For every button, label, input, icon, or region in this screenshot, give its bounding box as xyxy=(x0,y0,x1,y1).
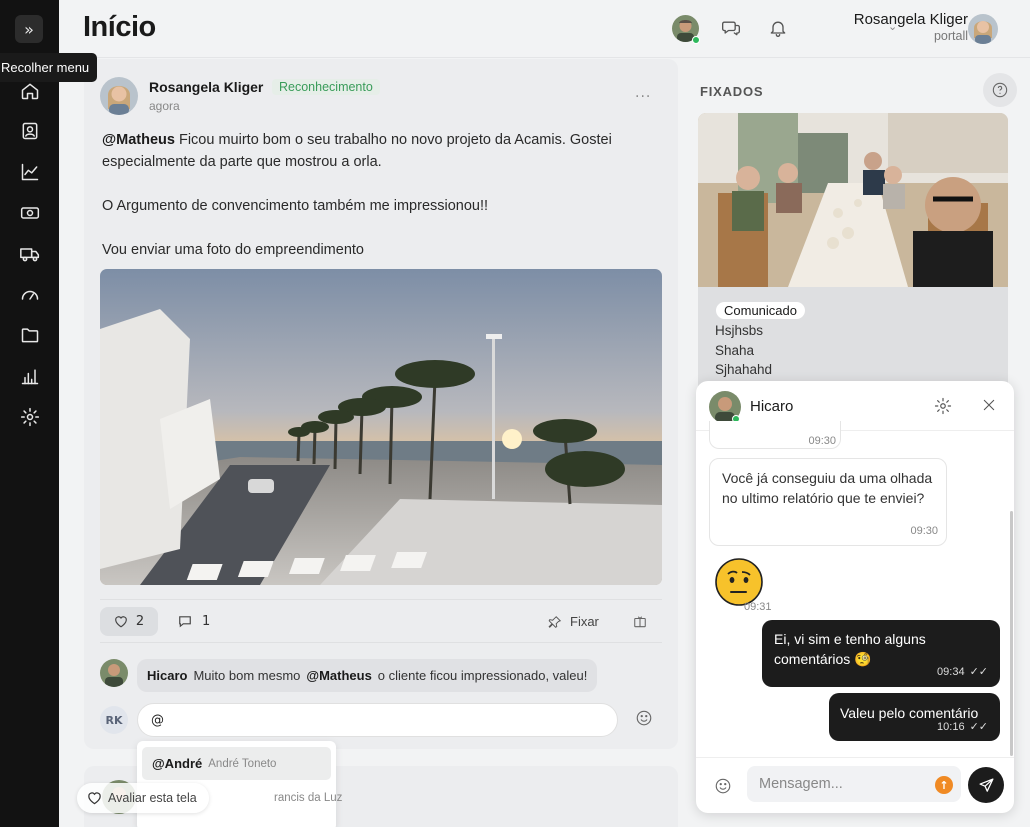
send-button[interactable] xyxy=(968,767,1004,803)
bell-icon[interactable] xyxy=(768,18,788,38)
pinned-line: Sjhahahd xyxy=(715,362,773,377)
post-actions: 2 1 Fixar xyxy=(100,599,662,643)
post-text-line1: Ficou muirto bom o seu trabalho no novo … xyxy=(102,132,612,170)
like-count: 2 xyxy=(135,614,145,629)
comment-author[interactable]: Hicaro xyxy=(147,668,187,683)
pinned-badge: Comunicado xyxy=(716,302,805,319)
current-user-initials: RK xyxy=(100,706,128,734)
chat-message-time: 09:34 xyxy=(937,666,965,678)
online-indicator xyxy=(692,36,700,44)
post-text-line3: Vou enviar uma foto do empreendimento xyxy=(102,242,364,258)
chat-message: Valeu pelo comentário 10:16 ✓✓ xyxy=(829,693,1000,741)
emoji-icon[interactable] xyxy=(714,777,732,795)
upload-icon[interactable]: ↑ xyxy=(935,776,953,794)
gauge-icon[interactable] xyxy=(19,283,41,305)
chat-message: 09:30 xyxy=(709,421,841,449)
chart-line-icon[interactable] xyxy=(19,161,41,183)
comment-author-avatar[interactable] xyxy=(100,659,128,687)
chat-message-time: 09:31 xyxy=(744,601,772,613)
post-mention[interactable]: @Matheus xyxy=(102,132,175,148)
post-card: Rosangela Kliger Reconhecimento agora ..… xyxy=(84,59,678,749)
comment-mention[interactable]: @Matheus xyxy=(306,668,371,683)
chat-message-time: 09:30 xyxy=(808,435,836,447)
chat-contact-name: Hicaro xyxy=(750,398,794,415)
gear-icon[interactable] xyxy=(934,397,952,415)
contacts-icon[interactable] xyxy=(19,120,41,142)
sidebar: » xyxy=(0,0,59,827)
comment-button[interactable]: 1 xyxy=(178,607,210,636)
money-icon[interactable] xyxy=(19,202,41,224)
post-body: @Matheus Ficou muirto bom o seu trabalho… xyxy=(102,129,642,283)
comment-input[interactable]: @ xyxy=(137,703,618,737)
chat-message: Você já conseguiu da uma olhada no ultim… xyxy=(709,458,947,546)
chat-scrollbar[interactable] xyxy=(1010,511,1013,756)
comment-icon xyxy=(179,616,191,628)
heart-icon xyxy=(115,616,127,628)
chat-icon[interactable] xyxy=(721,18,741,38)
emoji-icon[interactable] xyxy=(635,709,655,729)
rate-screen-label: Avaliar esta tela xyxy=(108,791,197,805)
bar-chart-icon[interactable] xyxy=(19,365,41,387)
heart-icon xyxy=(88,792,101,805)
pinned-title: FIXADOS xyxy=(700,84,764,99)
chat-message-meta: 09:34 ✓✓ xyxy=(937,662,988,682)
help-icon[interactable] xyxy=(983,73,1017,107)
more-options-icon[interactable]: ... xyxy=(635,85,651,101)
folder-icon[interactable] xyxy=(19,324,41,346)
double-check-icon: ✓✓ xyxy=(969,666,988,678)
pin-label: Fixar xyxy=(570,614,599,629)
chat-message-time: 10:16 xyxy=(937,721,965,733)
chat-message-time: 09:30 xyxy=(910,524,938,537)
gear-icon[interactable] xyxy=(19,406,41,428)
mention-option-handle: @André xyxy=(152,756,203,771)
send-icon xyxy=(978,777,994,792)
pin-icon xyxy=(548,615,562,628)
pinned-image[interactable] xyxy=(698,113,1008,287)
mention-option-name: rancis da Luz xyxy=(274,791,343,804)
chat-message-text: Você já conseguiu da uma olhada no ultim… xyxy=(722,470,933,506)
chat-message-meta: 10:16 ✓✓ xyxy=(937,717,988,737)
chat-window: Hicaro 09:30 Você já conseguiu da uma ol… xyxy=(696,381,1014,813)
comment-text-after: o cliente ficou impressionado, valeu! xyxy=(377,668,588,683)
mention-option[interactable]: @André André Toneto xyxy=(142,747,331,780)
post-author-name[interactable]: Rosangela Kliger xyxy=(149,79,263,95)
chat-message: Ei, vi sim e tenho alguns comentários 🧐 … xyxy=(762,620,1000,687)
mention-option-name: André Toneto xyxy=(208,757,277,770)
user-info[interactable]: Rosangela Kliger portall xyxy=(854,11,968,43)
post-image[interactable] xyxy=(100,269,662,585)
post-author-avatar[interactable] xyxy=(100,77,138,115)
pinned-line: Hsjhsbs xyxy=(715,323,764,338)
like-button[interactable]: 2 xyxy=(100,607,158,636)
rate-screen-button[interactable]: Avaliar esta tela xyxy=(77,783,209,813)
collapse-menu-tooltip: Recolher menu xyxy=(0,53,98,82)
post-text-line2: O Argumento de convencimento também me i… xyxy=(102,198,489,214)
chat-message-input[interactable]: Mensagem... xyxy=(747,766,961,802)
chat-footer: Mensagem... ↑ xyxy=(696,757,1014,813)
user-avatar[interactable] xyxy=(968,14,998,44)
user-name: Rosangela Kliger xyxy=(853,11,968,28)
pinned-card[interactable]: Comunicado Hsjhsbs Shaha Sjhahahd xyxy=(698,113,1008,393)
home-icon[interactable] xyxy=(19,80,41,102)
truck-icon[interactable] xyxy=(19,243,41,265)
emoji-message xyxy=(714,557,764,607)
user-role: portall xyxy=(933,29,968,43)
chevron-down-icon[interactable]: ⌄ xyxy=(888,20,897,33)
comment-bubble: Hicaro Muito bom mesmo @Matheus o client… xyxy=(137,659,598,692)
pin-button[interactable]: Fixar xyxy=(548,607,599,636)
double-chevron-right-icon[interactable]: » xyxy=(15,15,43,43)
double-check-icon: ✓✓ xyxy=(969,721,988,733)
page-title: Início xyxy=(83,11,156,43)
share-icon[interactable] xyxy=(633,614,647,628)
comment-text-before: Muito bom mesmo xyxy=(193,668,301,683)
post-time: agora xyxy=(149,99,180,113)
post-tag-badge: Reconhecimento xyxy=(272,79,380,95)
pinned-line: Shaha xyxy=(715,343,755,358)
comment-count: 1 xyxy=(202,614,211,629)
close-icon[interactable] xyxy=(981,397,997,413)
